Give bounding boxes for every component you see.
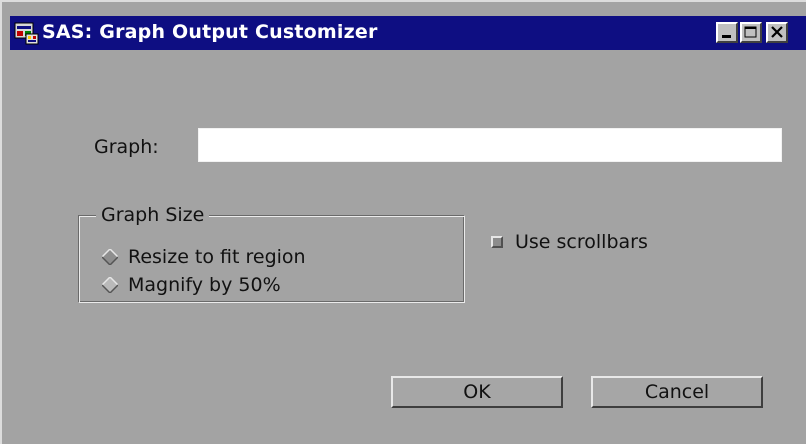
close-button[interactable] xyxy=(766,22,788,43)
graph-input[interactable] xyxy=(198,128,782,162)
radio-resize-to-fit[interactable]: Resize to fit region xyxy=(102,245,306,269)
maximize-button[interactable] xyxy=(740,22,762,43)
window-title: SAS: Graph Output Customizer xyxy=(42,21,378,43)
checkbox-icon xyxy=(491,236,503,248)
sas-app-icon[interactable] xyxy=(14,21,40,45)
graph-size-legend: Graph Size xyxy=(96,204,210,226)
use-scrollbars-checkbox[interactable]: Use scrollbars xyxy=(491,230,648,254)
maximize-icon xyxy=(744,26,757,38)
cancel-button[interactable]: Cancel xyxy=(591,376,763,408)
graph-label: Graph: xyxy=(94,136,159,158)
close-icon xyxy=(771,26,783,38)
radio-diamond-icon xyxy=(102,249,118,265)
ok-button[interactable]: OK xyxy=(391,376,563,408)
radio-label: Resize to fit region xyxy=(128,246,306,268)
minimize-button[interactable] xyxy=(716,22,738,43)
radio-magnify-50[interactable]: Magnify by 50% xyxy=(102,273,281,297)
radio-label: Magnify by 50% xyxy=(128,274,281,296)
dialog-window: SAS: Graph Output Customizer Graph: Grap… xyxy=(0,0,806,444)
checkbox-label: Use scrollbars xyxy=(515,231,648,253)
title-bar[interactable]: SAS: Graph Output Customizer xyxy=(10,16,806,50)
radio-diamond-icon xyxy=(102,277,118,293)
minimize-icon xyxy=(722,35,731,38)
